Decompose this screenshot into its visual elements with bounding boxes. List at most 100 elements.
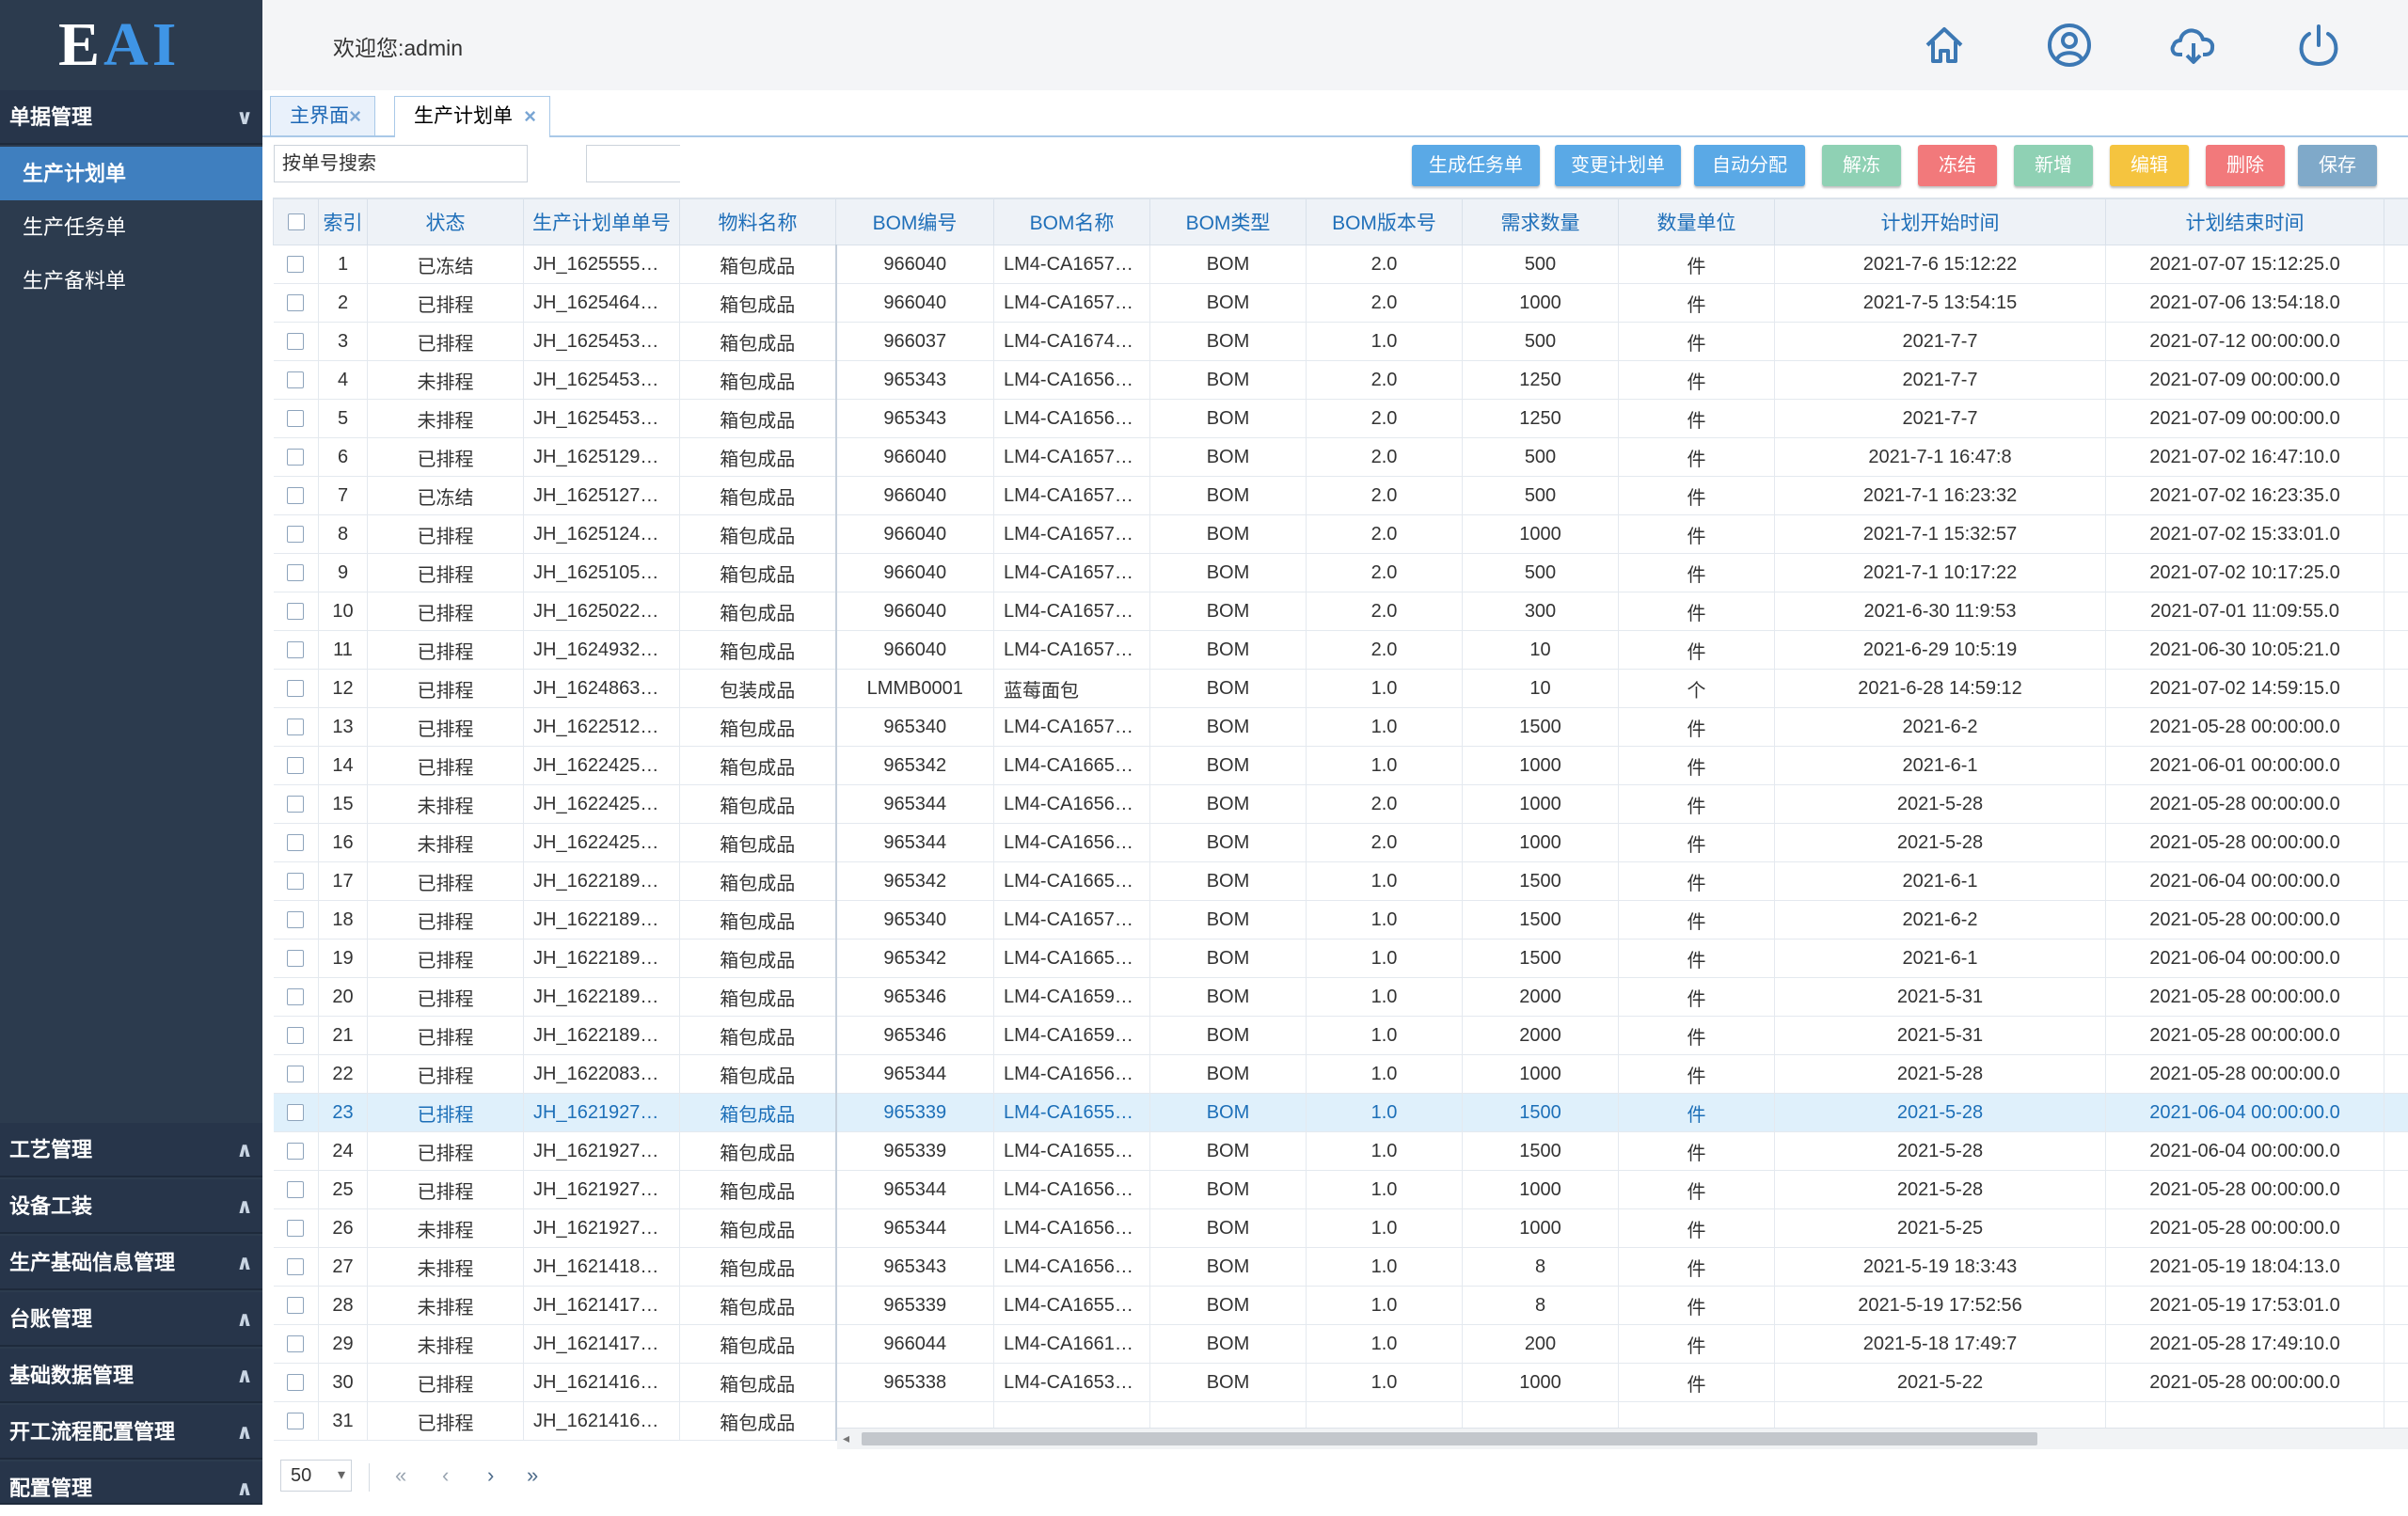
horizontal-scrollbar[interactable]: ◂ — [837, 1428, 2408, 1449]
table-row[interactable]: 28未排程JH_1621417…箱包成品965339LM4-CA1655…BOM… — [274, 1287, 2408, 1325]
row-checkbox[interactable] — [287, 1066, 304, 1082]
column-header[interactable]: 生产计划单单号 — [524, 199, 680, 245]
save-button[interactable]: 保存 — [2298, 145, 2377, 186]
next-page-icon[interactable]: › — [487, 1463, 494, 1488]
edit-button[interactable]: 编辑 — [2110, 145, 2189, 186]
auto-assign-button[interactable]: 自动分配 — [1694, 145, 1805, 186]
tab-main[interactable]: 主界面 × — [270, 96, 375, 135]
table-row[interactable]: 23已排程JH_1621927…箱包成品965339LM4-CA1655…BOM… — [274, 1094, 2408, 1132]
generate-task-button[interactable]: 生成任务单 — [1412, 145, 1540, 186]
row-checkbox[interactable] — [287, 256, 304, 273]
row-select-cell[interactable] — [274, 438, 319, 477]
row-select-cell[interactable] — [274, 323, 319, 361]
column-header[interactable]: BOM名称 — [994, 199, 1150, 245]
row-checkbox[interactable] — [287, 796, 304, 813]
row-select-cell[interactable] — [274, 1248, 319, 1287]
column-header[interactable]: 需求数量 — [1463, 199, 1619, 245]
row-checkbox[interactable] — [287, 487, 304, 504]
table-row[interactable]: 3已排程JH_1625453…箱包成品966037LM4-CA1674…BOM1… — [274, 323, 2408, 361]
table-row[interactable]: 30已排程JH_1621416…箱包成品965338LM4-CA1653…BOM… — [274, 1364, 2408, 1402]
table-row[interactable]: 25已排程JH_1621927…箱包成品965344LM4-CA1656…BOM… — [274, 1171, 2408, 1209]
sidebar-item-material-prep[interactable]: 生产备料单 — [0, 254, 262, 308]
row-select-cell[interactable] — [274, 1017, 319, 1055]
freeze-button[interactable]: 冻结 — [1918, 145, 1997, 186]
table-row[interactable]: 29未排程JH_1621417…箱包成品966044LM4-CA1661…BOM… — [274, 1325, 2408, 1364]
nav-section-equipment[interactable]: 设备工装 ∧ — [0, 1179, 262, 1234]
row-select-cell[interactable] — [274, 1364, 319, 1402]
table-row[interactable]: 8已排程JH_1625124…箱包成品966040LM4-CA1657…BOM2… — [274, 515, 2408, 554]
table-row[interactable]: 19已排程JH_1622189…箱包成品965342LM4-CA1665…BOM… — [274, 940, 2408, 978]
row-checkbox[interactable] — [287, 911, 304, 928]
delete-button[interactable]: 删除 — [2206, 145, 2285, 186]
column-header[interactable]: 索引 — [319, 199, 368, 245]
row-checkbox[interactable] — [287, 1413, 304, 1429]
column-header[interactable]: 计划结束时间 — [2106, 199, 2384, 245]
row-checkbox[interactable] — [287, 1143, 304, 1160]
column-header[interactable]: 物料名称 — [680, 199, 836, 245]
row-select-cell[interactable] — [274, 940, 319, 978]
nav-section-basic-data[interactable]: 基础数据管理 ∧ — [0, 1349, 262, 1403]
scroll-left-arrow-icon[interactable]: ◂ — [843, 1430, 849, 1446]
row-checkbox[interactable] — [287, 641, 304, 658]
row-select-cell[interactable] — [274, 747, 319, 785]
table-row[interactable]: 21已排程JH_1622189…箱包成品965346LM4-CA1659…BOM… — [274, 1017, 2408, 1055]
table-row[interactable]: 16未排程JH_1622425…箱包成品965344LM4-CA1656…BOM… — [274, 824, 2408, 862]
table-row[interactable]: 15未排程JH_1622425…箱包成品965344LM4-CA1656…BOM… — [274, 785, 2408, 824]
nav-section-ledger[interactable]: 台账管理 ∧ — [0, 1292, 262, 1347]
select-all-header[interactable] — [274, 199, 319, 245]
order-search-input[interactable] — [274, 145, 528, 182]
row-select-cell[interactable] — [274, 592, 319, 631]
row-checkbox[interactable] — [287, 873, 304, 890]
table-row[interactable]: 26未排程JH_1621927…箱包成品965344LM4-CA1656…BOM… — [274, 1209, 2408, 1248]
table-row[interactable]: 20已排程JH_1622189…箱包成品965346LM4-CA1659…BOM… — [274, 978, 2408, 1017]
table-row[interactable]: 18已排程JH_1622189…箱包成品965340LM4-CA1657…BOM… — [274, 901, 2408, 940]
power-icon[interactable] — [2290, 17, 2347, 73]
nav-section-production-base[interactable]: 生产基础信息管理 ∧ — [0, 1236, 262, 1290]
user-icon[interactable] — [2041, 17, 2098, 73]
nav-section-config[interactable]: 配置管理 ∧ — [0, 1461, 262, 1505]
row-checkbox[interactable] — [287, 680, 304, 697]
add-button[interactable]: 新增 — [2014, 145, 2093, 186]
table-row[interactable]: 14已排程JH_1622425…箱包成品965342LM4-CA1665…BOM… — [274, 747, 2408, 785]
cloud-download-icon[interactable] — [2165, 17, 2222, 73]
row-select-cell[interactable] — [274, 1132, 319, 1171]
row-checkbox[interactable] — [287, 333, 304, 350]
row-select-cell[interactable] — [274, 1287, 319, 1325]
unfreeze-button[interactable]: 解冻 — [1822, 145, 1901, 186]
column-header[interactable]: 状态 — [368, 199, 524, 245]
row-select-cell[interactable] — [274, 400, 319, 438]
table-row[interactable]: 24已排程JH_1621927…箱包成品965339LM4-CA1655…BOM… — [274, 1132, 2408, 1171]
nav-section-process[interactable]: 工艺管理 ∧ — [0, 1123, 262, 1177]
row-checkbox[interactable] — [287, 1374, 304, 1391]
row-select-cell[interactable] — [274, 515, 319, 554]
row-checkbox[interactable] — [287, 834, 304, 851]
row-select-cell[interactable] — [274, 1171, 319, 1209]
row-checkbox[interactable] — [287, 564, 304, 581]
nav-section-workflow-config[interactable]: 开工流程配置管理 ∧ — [0, 1405, 262, 1460]
column-header[interactable]: BOM类型 — [1150, 199, 1307, 245]
row-checkbox[interactable] — [287, 1220, 304, 1237]
table-row[interactable]: 4未排程JH_1625453…箱包成品965343LM4-CA1656…BOM2… — [274, 361, 2408, 400]
change-plan-button[interactable]: 变更计划单 — [1555, 145, 1681, 186]
page-size-select[interactable]: 50 ▾ — [280, 1460, 352, 1492]
row-checkbox[interactable] — [287, 1104, 304, 1121]
home-icon[interactable] — [1916, 17, 1972, 73]
row-select-cell[interactable] — [274, 554, 319, 592]
row-checkbox[interactable] — [287, 449, 304, 466]
row-select-cell[interactable] — [274, 708, 319, 747]
row-select-cell[interactable] — [274, 978, 319, 1017]
table-row[interactable]: 9已排程JH_1625105…箱包成品966040LM4-CA1657…BOM2… — [274, 554, 2408, 592]
row-checkbox[interactable] — [287, 526, 304, 543]
table-row[interactable]: 10已排程JH_1625022…箱包成品966040LM4-CA1657…BOM… — [274, 592, 2408, 631]
scrollbar-thumb[interactable] — [862, 1432, 2037, 1445]
row-select-cell[interactable] — [274, 1094, 319, 1132]
row-select-cell[interactable] — [274, 670, 319, 708]
row-select-cell[interactable] — [274, 284, 319, 323]
row-select-cell[interactable] — [274, 1209, 319, 1248]
row-checkbox[interactable] — [287, 757, 304, 774]
first-page-icon[interactable]: « — [395, 1463, 406, 1488]
row-select-cell[interactable] — [274, 785, 319, 824]
column-header[interactable]: BOM版本号 — [1307, 199, 1463, 245]
close-icon[interactable]: × — [349, 97, 361, 136]
row-checkbox[interactable] — [287, 1335, 304, 1352]
